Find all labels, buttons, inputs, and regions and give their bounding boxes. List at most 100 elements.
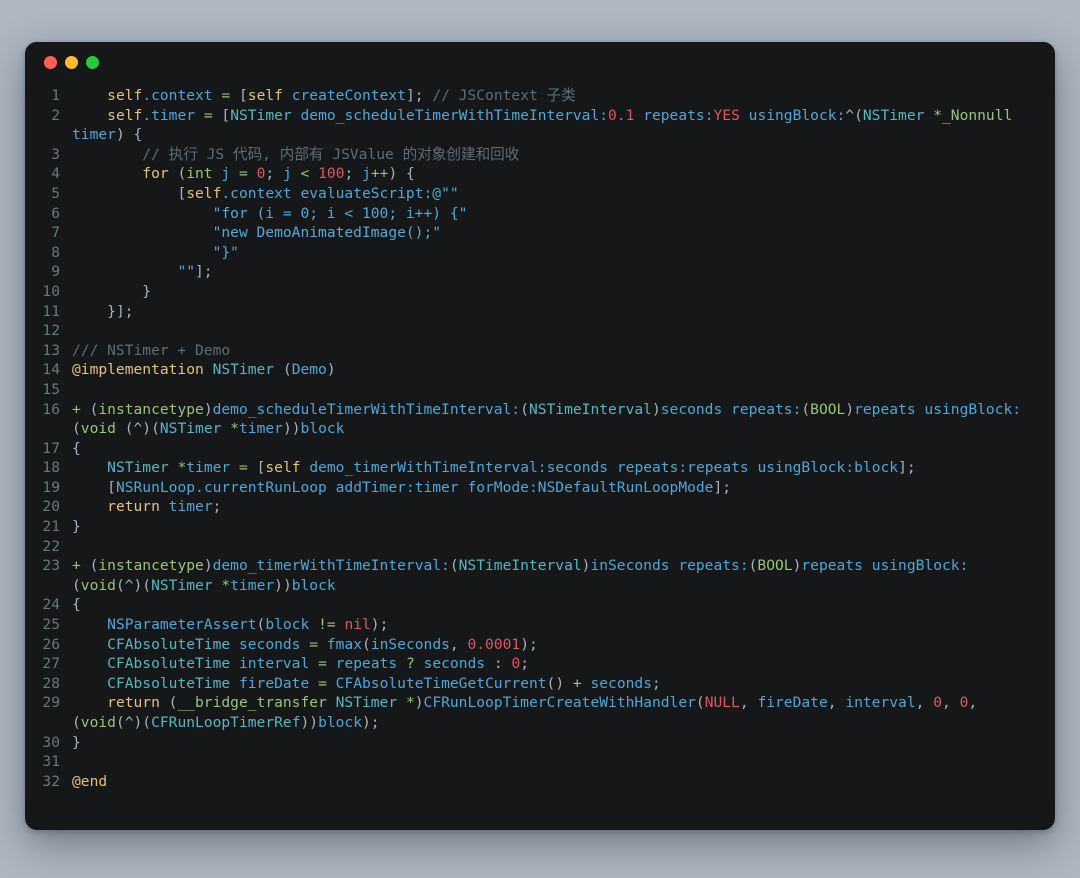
code-token: * [933,106,942,124]
line-content[interactable]: NSTimer *timer = [self demo_timerWithTim… [71,458,1037,478]
code-token: block [300,420,345,438]
code-line[interactable]: 1 self.context = [self createContext]; /… [25,86,1037,106]
line-number: 18 [42,459,60,477]
code-token: ( [159,694,178,712]
line-content[interactable] [71,321,1037,341]
code-line[interactable]: 28 CFAbsoluteTime fireDate = CFAbsoluteT… [25,674,1037,694]
code-line[interactable]: 9 ""]; [25,262,1037,282]
line-content[interactable]: } [71,282,1037,302]
line-content[interactable]: + (instancetype)demo_timerWithTimeInterv… [71,556,1037,595]
line-content[interactable]: } [71,733,1037,753]
code-line[interactable]: 22 [25,537,1037,557]
code-line[interactable]: 15 [25,380,1037,400]
code-token: } [72,518,81,536]
code-line[interactable]: 5 [self.context evaluateScript:@"" [25,184,1037,204]
code-line[interactable]: 16 + (instancetype)demo_scheduleTimerWith… [25,400,1037,439]
code-line[interactable]: 31 [25,752,1037,772]
line-content[interactable]: @end [71,772,1037,792]
code-line[interactable]: 32 @end [25,772,1037,792]
code-token: 0 [933,694,942,712]
code-line[interactable]: 21} [25,517,1037,537]
code-line[interactable]: 26 CFAbsoluteTime seconds = fmax(inSecon… [25,635,1037,655]
line-content[interactable]: [NSRunLoop.currentRunLoop addTimer:timer… [71,478,1037,498]
line-content[interactable]: ""]; [71,262,1037,282]
code-token: * [221,576,231,594]
code-token: , [739,694,758,712]
line-content[interactable]: // 执行 JS 代码, 内部有 JSValue 的对象创建和回收 [71,145,1037,165]
code-token: CFRunLoopTimerRef [151,714,301,731]
line-content[interactable] [71,752,1037,772]
line-content[interactable]: "}" [71,243,1037,263]
code-line[interactable]: 3 // 执行 JS 代码, 内部有 JSValue 的对象创建和回收 [25,145,1037,165]
line-content[interactable]: NSParameterAssert(block != nil); [71,615,1037,635]
line-content[interactable]: { [71,439,1037,459]
code-line[interactable]: 17 { [25,439,1037,459]
code-line[interactable]: 20 return timer; [25,497,1037,517]
line-content[interactable]: return timer; [71,497,1037,517]
code-token: ) [203,400,213,418]
code-line[interactable]: 24 { [25,595,1037,615]
line-content[interactable]: + (instancetype)demo_scheduleTimerWithTi… [71,400,1037,439]
code-line[interactable]: 4 for (int j = 0; j < 100; j++) { [25,164,1037,184]
code-token: repeats: [616,459,688,477]
code-token: NSTimer [335,694,398,712]
line-content[interactable] [71,380,1037,400]
code-token: , [915,694,934,712]
code-line[interactable]: 27 CFAbsoluteTime interval = repeats ? s… [25,654,1037,674]
code-line[interactable]: 25 NSParameterAssert(block != nil); [25,615,1037,635]
code-line[interactable]: 12 [25,321,1037,341]
window-titlebar[interactable] [25,42,1055,82]
code-line[interactable]: 10 } [25,282,1037,302]
line-content[interactable]: CFAbsoluteTime fireDate = CFAbsoluteTime… [71,674,1037,694]
line-content[interactable]: CFAbsoluteTime seconds = fmax(inSeconds,… [71,635,1037,655]
code-token: NSParameterAssert [107,616,257,634]
code-line[interactable]: 11 }]; [25,302,1037,322]
code-line[interactable]: 30} [25,733,1037,753]
code-token: void [80,714,116,731]
code-token: 0 [511,655,521,673]
line-content[interactable]: [self.context evaluateScript:@"" [71,184,1037,204]
line-content[interactable]: "new DemoAnimatedImage();" [71,223,1037,243]
code-token: NSDefaultRunLoopMode [537,478,714,496]
code-line[interactable]: 14 @implementation NSTimer (Demo) [25,360,1037,380]
code-token: fireDate [238,674,310,692]
line-content[interactable]: self.context = [self createContext]; // … [71,86,1037,106]
code-line[interactable]: 19 [NSRunLoop.currentRunLoop addTimer:ti… [25,478,1037,498]
line-content[interactable]: self.timer = [NSTimer demo_scheduleTimer… [71,106,1037,145]
line-content[interactable]: { [71,595,1037,615]
line-content[interactable] [71,537,1037,557]
line-content[interactable]: }]; [71,302,1037,322]
code-line[interactable]: 13 /// NSTimer + Demo [25,341,1037,361]
line-content[interactable]: @implementation NSTimer (Demo) [71,360,1037,380]
code-token: ++ [370,165,389,183]
code-line[interactable]: 2 self.timer = [NSTimer demo_scheduleTim… [25,106,1037,145]
line-content[interactable]: "for (i = 0; i < 100; i++) {" [71,204,1037,224]
close-button[interactable] [44,55,57,69]
code-line[interactable]: 29 return (__bridge_transfer NSTimer *)C… [25,693,1037,732]
code-token: .context [221,184,292,202]
code-token: NSTimer [107,459,169,477]
line-content[interactable]: return (__bridge_transfer NSTimer *)CFRu… [71,693,1037,732]
code-editor[interactable]: 1 self.context = [self createContext]; /… [25,82,1055,830]
code-token: self [107,106,143,124]
line-content[interactable]: /// NSTimer + Demo [71,341,1037,361]
code-line[interactable]: 6 "for (i = 0; i < 100; i++) {" [25,204,1037,224]
code-line[interactable]: 18 NSTimer *timer = [self demo_timerWith… [25,458,1037,478]
line-content[interactable]: } [71,517,1037,537]
line-content[interactable]: CFAbsoluteTime interval = repeats ? seco… [71,654,1037,674]
code-line[interactable]: 23 + (instancetype)demo_timerWithTimeInte… [25,556,1037,595]
maximize-button[interactable] [86,55,99,69]
line-content[interactable]: for (int j = 0; j < 100; j++) { [71,164,1037,184]
minimize-button[interactable] [65,55,78,69]
code-token: [ [72,184,187,202]
code-token: timer [239,420,283,438]
code-line[interactable]: 7 "new DemoAnimatedImage();" [25,223,1037,243]
code-token: * [405,694,415,712]
code-line[interactable]: 8 "}" [25,243,1037,263]
code-token: seconds [546,459,609,477]
